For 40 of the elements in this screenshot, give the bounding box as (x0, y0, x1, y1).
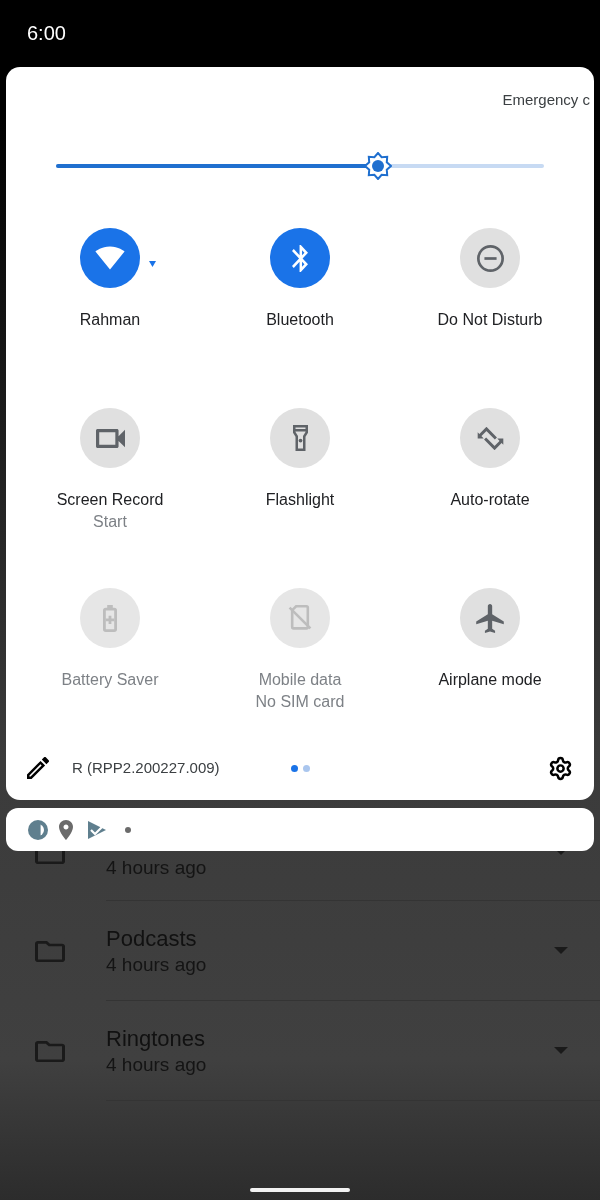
tile-label: Flashlight (265, 490, 335, 510)
toggle-button[interactable] (80, 408, 140, 468)
flashlight-icon (292, 425, 308, 451)
folder-icon (35, 1040, 65, 1062)
circle-logo-icon (28, 819, 48, 840)
tile-label: Battery Saver (61, 670, 159, 690)
airplane-icon (476, 603, 504, 633)
tile-label: Bluetooth (266, 310, 334, 330)
minus-circle-icon (476, 244, 504, 272)
location-pin-icon (59, 819, 73, 840)
tile-label: Mobile data (258, 670, 342, 690)
tile-label: Auto-rotate (450, 490, 530, 510)
brightness-thumb-icon[interactable] (364, 152, 393, 180)
brightness-slider[interactable] (56, 152, 544, 180)
bluetooth-icon (292, 244, 308, 272)
video-camera-icon (95, 428, 125, 448)
tile-status: No SIM card (255, 692, 345, 712)
tile-label: Rahman (79, 310, 141, 330)
triangle-check-icon (88, 820, 106, 839)
folder-icon (35, 940, 65, 962)
settings-icon[interactable] (548, 755, 573, 781)
notification-strip[interactable] (6, 808, 594, 851)
tile-status: Start (93, 512, 127, 532)
toggle-button[interactable] (270, 228, 330, 288)
wifi-icon (95, 246, 125, 270)
folder-icon (35, 851, 65, 864)
tile-label: Screen Record (56, 490, 164, 510)
sim-card-off-icon (288, 605, 312, 631)
edit-pencil-icon[interactable] (27, 757, 49, 779)
dropdown-caret-icon[interactable] (149, 261, 156, 267)
toggle-button[interactable] (270, 408, 330, 468)
toggle-button[interactable] (80, 228, 140, 288)
rotate-arrows-icon (476, 426, 504, 450)
dot-icon (125, 826, 131, 833)
tile-label: Airplane mode (438, 670, 542, 690)
build-number[interactable]: R (RPP2.200227.009) (72, 758, 220, 778)
tile-label: Do Not Disturb (437, 310, 543, 330)
clock: 6:00 (27, 21, 66, 45)
emergency-label[interactable]: Emergency c (502, 89, 590, 111)
battery-plus-icon (103, 604, 117, 632)
